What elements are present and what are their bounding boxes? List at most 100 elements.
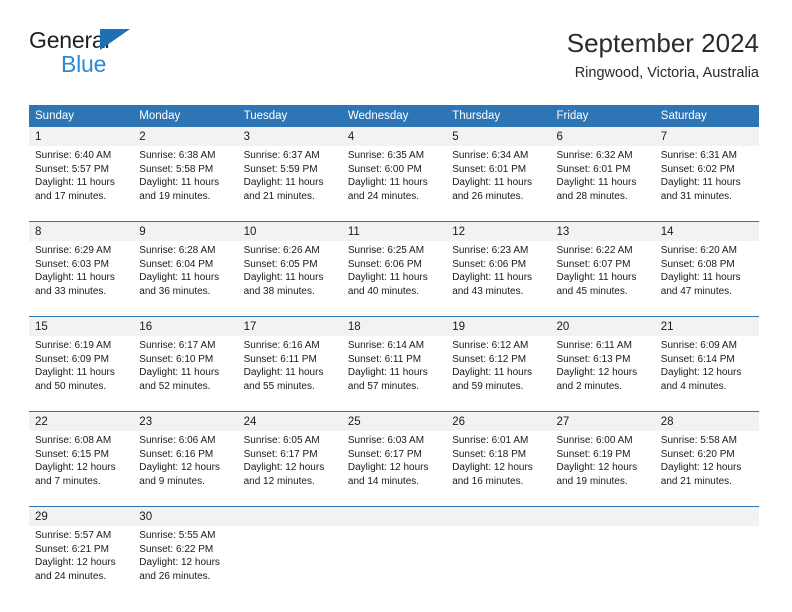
daylight-text-line1: Daylight: 11 hours xyxy=(347,367,428,379)
day-number[interactable]: 7 xyxy=(654,127,760,146)
daylight-text-line2: and 9 minutes. xyxy=(139,475,205,487)
daylight-text-line2: and 59 minutes. xyxy=(452,380,524,392)
daylight-text-line1: Daylight: 11 hours xyxy=(452,367,533,379)
sunset-text: Sunset: 6:02 PM xyxy=(660,163,735,175)
day-number[interactable]: 17 xyxy=(237,316,342,336)
day-cell[interactable]: Sunrise: 6:20 AM Sunset: 6:08 PM Dayligh… xyxy=(655,241,759,305)
daylight-text-line2: and 36 minutes. xyxy=(139,285,211,297)
day-cell-empty xyxy=(655,526,759,590)
daylight-text-line1: Daylight: 11 hours xyxy=(556,177,637,189)
day-number[interactable]: 12 xyxy=(446,221,551,241)
day-number-row: 1 2 3 4 5 6 7 xyxy=(29,127,760,146)
day-cell[interactable]: Sunrise: 5:55 AM Sunset: 6:22 PM Dayligh… xyxy=(133,526,237,590)
day-number[interactable]: 13 xyxy=(550,221,655,241)
daylight-text-line1: Daylight: 12 hours xyxy=(35,557,116,569)
day-cell[interactable]: Sunrise: 5:58 AM Sunset: 6:20 PM Dayligh… xyxy=(655,431,759,495)
day-number[interactable]: 14 xyxy=(654,221,760,241)
daylight-text-line1: Daylight: 11 hours xyxy=(243,177,324,189)
sunset-text: Sunset: 6:15 PM xyxy=(35,448,109,460)
day-number[interactable]: 26 xyxy=(446,411,551,431)
day-number[interactable]: 22 xyxy=(29,411,134,431)
day-cell[interactable]: Sunrise: 6:31 AM Sunset: 6:02 PM Dayligh… xyxy=(655,146,759,210)
day-cell[interactable]: Sunrise: 6:00 AM Sunset: 6:19 PM Dayligh… xyxy=(550,431,654,495)
day-cell[interactable]: Sunrise: 6:17 AM Sunset: 6:10 PM Dayligh… xyxy=(133,336,237,400)
day-info-row: Sunrise: 6:29 AM Sunset: 6:03 PM Dayligh… xyxy=(29,241,759,305)
day-cell[interactable]: Sunrise: 6:37 AM Sunset: 5:59 PM Dayligh… xyxy=(238,146,342,210)
weekday-header-wednesday: Wednesday xyxy=(341,105,447,127)
day-number[interactable]: 25 xyxy=(341,411,447,431)
day-cell[interactable]: Sunrise: 6:16 AM Sunset: 6:11 PM Dayligh… xyxy=(238,336,342,400)
day-cell[interactable]: Sunrise: 6:38 AM Sunset: 5:58 PM Dayligh… xyxy=(133,146,237,210)
day-cell[interactable]: Sunrise: 6:25 AM Sunset: 6:06 PM Dayligh… xyxy=(342,241,446,305)
day-number[interactable]: 24 xyxy=(237,411,342,431)
daylight-text-line2: and 43 minutes. xyxy=(452,285,524,297)
day-number[interactable]: 28 xyxy=(654,411,760,431)
day-number[interactable]: 18 xyxy=(341,316,447,336)
daylight-text-line2: and 33 minutes. xyxy=(35,285,107,297)
day-number[interactable]: 19 xyxy=(446,316,551,336)
day-number[interactable]: 11 xyxy=(341,221,447,241)
day-cell[interactable]: Sunrise: 6:26 AM Sunset: 6:05 PM Dayligh… xyxy=(238,241,342,305)
day-cell[interactable]: Sunrise: 6:06 AM Sunset: 6:16 PM Dayligh… xyxy=(133,431,237,495)
logo-general-text: General xyxy=(29,27,110,53)
day-number[interactable]: 1 xyxy=(29,127,134,146)
day-number-empty xyxy=(341,506,447,526)
day-number[interactable]: 23 xyxy=(133,411,238,431)
sunrise-text: Sunrise: 6:32 AM xyxy=(556,150,633,161)
day-number[interactable]: 6 xyxy=(550,127,655,146)
daylight-text-line2: and 28 minutes. xyxy=(556,190,628,202)
day-cell[interactable]: Sunrise: 6:29 AM Sunset: 6:03 PM Dayligh… xyxy=(29,241,133,305)
day-cell[interactable]: Sunrise: 6:14 AM Sunset: 6:11 PM Dayligh… xyxy=(342,336,446,400)
day-cell[interactable]: Sunrise: 6:34 AM Sunset: 6:01 PM Dayligh… xyxy=(446,146,550,210)
sunset-text: Sunset: 6:21 PM xyxy=(35,543,109,555)
day-cell[interactable]: Sunrise: 6:11 AM Sunset: 6:13 PM Dayligh… xyxy=(550,336,654,400)
day-cell[interactable]: Sunrise: 6:19 AM Sunset: 6:09 PM Dayligh… xyxy=(29,336,133,400)
day-number-empty xyxy=(550,506,655,526)
day-number[interactable]: 9 xyxy=(133,221,238,241)
day-cell[interactable]: Sunrise: 6:22 AM Sunset: 6:07 PM Dayligh… xyxy=(550,241,654,305)
day-cell[interactable]: Sunrise: 6:35 AM Sunset: 6:00 PM Dayligh… xyxy=(342,146,446,210)
logo[interactable]: General Blue xyxy=(29,26,259,78)
daylight-text-line2: and 47 minutes. xyxy=(660,285,732,297)
day-number[interactable]: 4 xyxy=(341,127,447,146)
day-number[interactable]: 8 xyxy=(29,221,134,241)
sunrise-text: Sunrise: 6:00 AM xyxy=(556,435,633,446)
day-cell[interactable]: Sunrise: 6:09 AM Sunset: 6:14 PM Dayligh… xyxy=(655,336,759,400)
day-number[interactable]: 27 xyxy=(550,411,655,431)
day-number[interactable]: 20 xyxy=(550,316,655,336)
day-cell[interactable]: Sunrise: 6:23 AM Sunset: 6:06 PM Dayligh… xyxy=(446,241,550,305)
day-number[interactable]: 21 xyxy=(654,316,760,336)
day-number-row: 29 30 xyxy=(29,506,760,526)
day-number[interactable]: 30 xyxy=(133,506,238,526)
day-number-row: 22 23 24 25 26 27 28 xyxy=(29,411,760,431)
logo-blue-text: Blue xyxy=(61,51,107,77)
day-cell[interactable]: Sunrise: 6:40 AM Sunset: 5:57 PM Dayligh… xyxy=(29,146,133,210)
sunset-text: Sunset: 6:01 PM xyxy=(556,163,631,175)
sunset-text: Sunset: 6:11 PM xyxy=(347,353,422,365)
sunset-text: Sunset: 6:13 PM xyxy=(556,353,631,365)
sunset-text: Sunset: 5:57 PM xyxy=(35,163,109,175)
day-cell[interactable]: Sunrise: 5:57 AM Sunset: 6:21 PM Dayligh… xyxy=(29,526,133,590)
sunrise-text: Sunrise: 6:23 AM xyxy=(452,245,529,256)
sunset-text: Sunset: 6:16 PM xyxy=(139,448,214,460)
sunrise-text: Sunrise: 6:25 AM xyxy=(347,245,425,256)
day-number[interactable]: 3 xyxy=(237,127,342,146)
day-cell[interactable]: Sunrise: 6:12 AM Sunset: 6:12 PM Dayligh… xyxy=(446,336,550,400)
day-number[interactable]: 16 xyxy=(133,316,238,336)
day-cell[interactable]: Sunrise: 6:08 AM Sunset: 6:15 PM Dayligh… xyxy=(29,431,133,495)
day-number[interactable]: 15 xyxy=(29,316,134,336)
day-number-empty xyxy=(654,506,760,526)
week-separator xyxy=(29,400,760,412)
day-number[interactable]: 10 xyxy=(237,221,342,241)
day-number[interactable]: 2 xyxy=(133,127,238,146)
day-cell[interactable]: Sunrise: 6:03 AM Sunset: 6:17 PM Dayligh… xyxy=(342,431,446,495)
sunset-text: Sunset: 6:17 PM xyxy=(243,448,318,460)
day-number[interactable]: 5 xyxy=(446,127,551,146)
day-number[interactable]: 29 xyxy=(29,506,134,526)
daylight-text-line2: and 40 minutes. xyxy=(347,285,420,297)
day-cell[interactable]: Sunrise: 6:05 AM Sunset: 6:17 PM Dayligh… xyxy=(238,431,342,495)
day-cell[interactable]: Sunrise: 6:28 AM Sunset: 6:04 PM Dayligh… xyxy=(133,241,237,305)
daylight-text-line1: Daylight: 12 hours xyxy=(660,462,742,474)
day-cell[interactable]: Sunrise: 6:01 AM Sunset: 6:18 PM Dayligh… xyxy=(446,431,550,495)
day-cell[interactable]: Sunrise: 6:32 AM Sunset: 6:01 PM Dayligh… xyxy=(550,146,654,210)
